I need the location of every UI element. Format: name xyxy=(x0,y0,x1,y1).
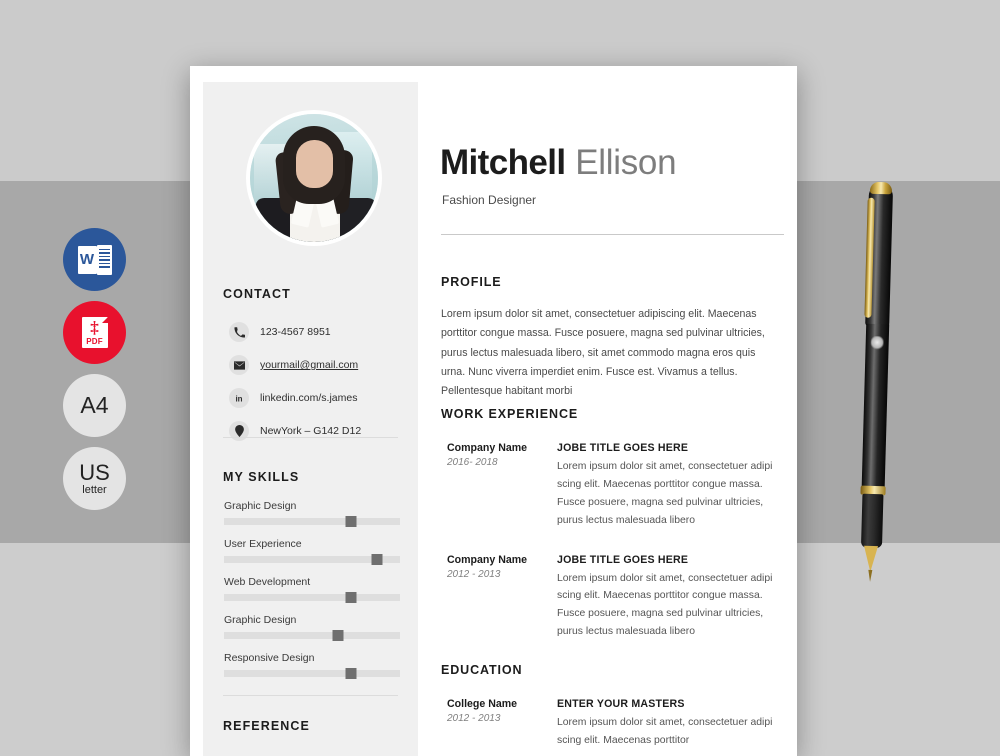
pen-cap-top xyxy=(869,181,893,195)
skill-slider-knob[interactable] xyxy=(332,630,344,641)
skill-slider-track[interactable] xyxy=(224,630,400,641)
photo-face xyxy=(296,140,333,188)
skill-label: Web Development xyxy=(224,576,311,588)
skill-slider-track[interactable] xyxy=(224,592,400,603)
skill-label: User Experience xyxy=(224,538,302,550)
pdf-icon-glyph: ‡ xyxy=(90,318,99,337)
skill-item: Graphic Design xyxy=(224,500,400,527)
work-entry: Company Name 2016- 2018 JOBE TITLE GOES … xyxy=(447,442,783,530)
header-divider xyxy=(441,234,784,235)
format-badge-group: W ‡ PDF A4 US letter xyxy=(63,228,126,510)
work-entry-description: Lorem ipsum dolor sit amet, consectetuer… xyxy=(557,572,773,638)
skills-list: Graphic Design User Experience Web Devel… xyxy=(224,500,400,690)
skill-slider-track[interactable] xyxy=(224,554,400,565)
resume-main-column: Mitchell Ellison Fashion Designer PROFIL… xyxy=(440,82,785,756)
svg-text:in: in xyxy=(235,394,242,403)
linkedin-icon: in xyxy=(229,388,249,408)
skill-slider-knob[interactable] xyxy=(345,668,357,679)
pen-tip xyxy=(868,569,873,582)
candidate-job-title: Fashion Designer xyxy=(442,193,537,207)
profile-photo xyxy=(250,114,378,242)
word-icon-letter: W xyxy=(77,245,97,274)
skill-label: Graphic Design xyxy=(224,614,297,626)
contact-value-email[interactable]: yourmail@gmail.com xyxy=(260,359,358,371)
skill-label: Graphic Design xyxy=(224,500,297,512)
contact-item-phone: 123-4567 8951 xyxy=(229,322,409,342)
work-experience-entries: Company Name 2016- 2018 JOBE TITLE GOES … xyxy=(447,442,783,665)
sidebar-divider-top xyxy=(223,437,398,438)
education-entry-title: ENTER YOUR MASTERS xyxy=(557,698,685,710)
pdf-format-badge: ‡ PDF xyxy=(63,301,126,364)
pen-logo xyxy=(870,335,884,353)
skill-slider-track[interactable] xyxy=(224,516,400,527)
candidate-name: Mitchell Ellison xyxy=(440,143,677,182)
work-entry-dates: 2016- 2018 xyxy=(447,457,498,468)
us-letter-format-badge: US letter xyxy=(63,447,126,510)
pdf-icon: ‡ PDF xyxy=(81,317,108,348)
contact-heading: CONTACT xyxy=(223,287,291,301)
education-heading: EDUCATION xyxy=(441,663,523,677)
work-entry: Company Name 2012 - 2013 JOBE TITLE GOES… xyxy=(447,554,783,642)
resume-sidebar: CONTACT 123-4567 8951 yourmail@gmail.com… xyxy=(203,82,418,756)
profile-heading: PROFILE xyxy=(441,275,502,289)
education-entry-college: College Name xyxy=(447,698,518,710)
contact-value-phone: 123-4567 8951 xyxy=(260,326,331,338)
work-entry-detail: JOBE TITLE GOES HERE Lorem ipsum dolor s… xyxy=(557,442,783,530)
skill-slider-knob[interactable] xyxy=(371,554,383,565)
skills-heading: MY SKILLS xyxy=(223,470,300,484)
pen-cone xyxy=(863,545,879,573)
resume-page: CONTACT 123-4567 8951 yourmail@gmail.com… xyxy=(190,66,797,756)
education-entry-description: Lorem ipsum dolor sit amet, consectetuer… xyxy=(557,717,773,746)
work-entry-meta: Company Name 2016- 2018 xyxy=(447,442,557,530)
education-entry: College Name 2012 - 2013 ENTER YOUR MAST… xyxy=(447,698,783,750)
education-entries: College Name 2012 - 2013 ENTER YOUR MAST… xyxy=(447,698,783,756)
us-letter-badge-sublabel: letter xyxy=(82,483,107,496)
sidebar-divider-bottom xyxy=(223,695,398,696)
contact-item-linkedin: in linkedin.com/s.james xyxy=(229,388,409,408)
reference-heading: REFERENCE xyxy=(223,719,310,733)
work-entry-company: Company Name xyxy=(447,442,528,454)
profile-body-text: Lorem ipsum dolor sit amet, consectetuer… xyxy=(441,308,765,398)
pen-grip xyxy=(860,493,884,549)
contact-value-location: NewYork – G142 D12 xyxy=(260,425,362,437)
envelope-icon xyxy=(229,355,249,375)
candidate-first-name: Mitchell xyxy=(440,143,566,182)
skill-slider-knob[interactable] xyxy=(345,592,357,603)
a4-badge-label: A4 xyxy=(80,392,109,418)
candidate-last-name: Ellison xyxy=(575,143,677,182)
education-entry-meta: College Name 2012 - 2013 xyxy=(447,698,557,750)
skill-item: Web Development xyxy=(224,576,400,603)
work-entry-company: Company Name xyxy=(447,553,528,566)
us-letter-badge-label: US xyxy=(79,459,110,485)
work-entry-title: JOBE TITLE GOES HERE xyxy=(557,553,689,566)
education-entry-detail: ENTER YOUR MASTERS Lorem ipsum dolor sit… xyxy=(557,698,783,750)
skill-label: Responsive Design xyxy=(224,652,315,664)
skill-slider-track[interactable] xyxy=(224,668,400,679)
skill-item: Responsive Design xyxy=(224,652,400,679)
contact-item-email: yourmail@gmail.com xyxy=(229,355,409,375)
work-entry-description: Lorem ipsum dolor sit amet, consectetuer… xyxy=(557,461,773,526)
work-entry-title: JOBE TITLE GOES HERE xyxy=(557,442,689,454)
work-entry-meta: Company Name 2012 - 2013 xyxy=(447,554,557,642)
word-icon-lines xyxy=(96,244,112,275)
a4-format-badge: A4 xyxy=(63,374,126,437)
work-experience-heading: WORK EXPERIENCE xyxy=(441,407,579,421)
location-pin-icon xyxy=(229,421,249,441)
work-entry-dates: 2012 - 2013 xyxy=(447,568,501,580)
contact-item-location: NewYork – G142 D12 xyxy=(229,421,409,441)
phone-icon xyxy=(229,322,249,342)
education-entry-dates: 2012 - 2013 xyxy=(447,713,501,724)
contact-value-linkedin: linkedin.com/s.james xyxy=(260,392,358,404)
work-entry-detail: JOBE TITLE GOES HERE Lorem ipsum dolor s… xyxy=(557,554,783,642)
skill-item: Graphic Design xyxy=(224,614,400,641)
word-icon: W xyxy=(77,244,112,275)
skill-slider-knob[interactable] xyxy=(345,516,357,527)
skill-item: User Experience xyxy=(224,538,400,565)
pdf-icon-label: PDF xyxy=(86,337,103,346)
us-letter-badge-label-wrap: US letter xyxy=(79,459,110,496)
contact-list: 123-4567 8951 yourmail@gmail.com in link… xyxy=(229,322,409,454)
word-format-badge: W xyxy=(63,228,126,291)
